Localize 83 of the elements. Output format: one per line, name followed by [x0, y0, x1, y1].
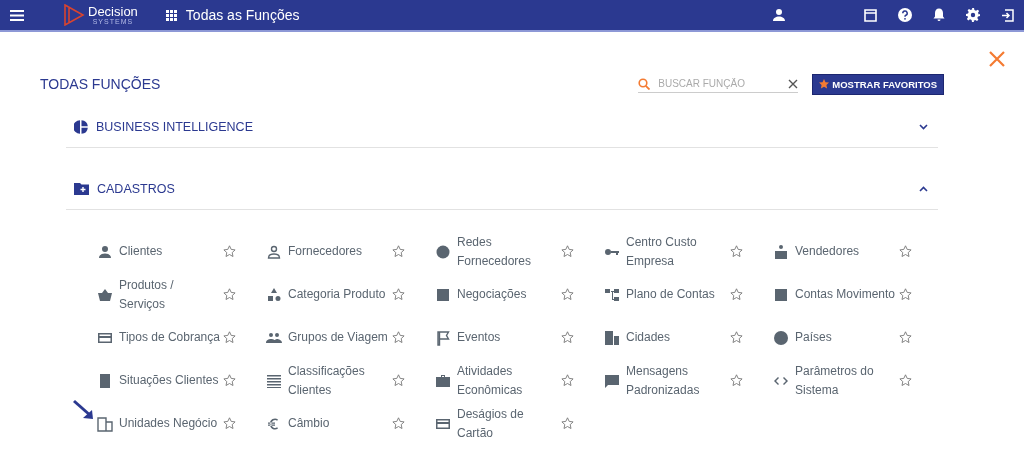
favorite-star-icon[interactable]: [730, 331, 743, 344]
apps-grid-icon: [165, 9, 177, 21]
favorite-star-icon[interactable]: [730, 374, 743, 387]
function-link[interactable]: Países: [795, 328, 899, 347]
function-link[interactable]: Grupos de Viagem: [288, 328, 392, 347]
person-icon: [97, 243, 113, 260]
search-icon: [638, 77, 651, 90]
favorite-star-icon[interactable]: [223, 374, 236, 387]
favorite-star-icon[interactable]: [561, 417, 574, 430]
page-heading: TODAS FUNÇÕES: [40, 76, 161, 92]
pointer-arrow: [72, 399, 96, 421]
favorite-star-icon[interactable]: [392, 331, 405, 344]
function-link[interactable]: Categoria Produto: [288, 285, 392, 304]
function-link[interactable]: Deságios de Cartão: [457, 404, 561, 443]
pie-chart-icon: [74, 120, 88, 134]
function-link[interactable]: Centro Custo Empresa: [626, 232, 730, 271]
help-icon[interactable]: [898, 8, 912, 22]
function-link[interactable]: Situações Clientes: [119, 371, 223, 390]
logout-icon[interactable]: [1001, 8, 1014, 22]
clear-icon[interactable]: [788, 78, 799, 89]
function-link[interactable]: Negociações: [457, 285, 561, 304]
hierarchy-icon: [604, 286, 620, 303]
briefcase-icon: [435, 372, 451, 389]
function-link[interactable]: Unidades Negócio: [119, 414, 223, 433]
favorite-star-icon[interactable]: [899, 374, 912, 387]
building-icon: [97, 415, 113, 432]
function-link[interactable]: Clientes: [119, 242, 223, 261]
close-icon[interactable]: [989, 51, 1005, 67]
favorite-star-icon[interactable]: [223, 417, 236, 430]
favorite-star-icon[interactable]: [899, 331, 912, 344]
folder-add-icon: [74, 183, 89, 195]
book-icon: [97, 372, 113, 389]
settings-icon[interactable]: [966, 8, 980, 22]
favorite-star-icon[interactable]: [392, 417, 405, 430]
favorite-star-icon[interactable]: [223, 288, 236, 301]
buildings-icon: [604, 329, 620, 346]
function-link[interactable]: Vendedores: [795, 242, 899, 261]
function-link[interactable]: Fornecedores: [288, 242, 392, 261]
favorite-star-icon[interactable]: [730, 245, 743, 258]
favorite-star-icon[interactable]: [223, 245, 236, 258]
star-icon: [819, 79, 830, 89]
show-favorites-button[interactable]: MOSTRAR FAVORITOS: [812, 73, 944, 95]
play-logo-icon: [63, 4, 85, 26]
function-link[interactable]: Contas Movimento: [795, 285, 899, 304]
function-link[interactable]: Plano de Contas: [626, 285, 730, 304]
section-header[interactable]: BUSINESS INTELLIGENCE: [66, 107, 938, 148]
favorite-star-icon[interactable]: [223, 331, 236, 344]
function-link[interactable]: Produtos / Serviços: [119, 275, 223, 314]
favorite-star-icon[interactable]: [392, 374, 405, 387]
presenter-icon: [773, 243, 789, 260]
favorite-star-icon[interactable]: [899, 288, 912, 301]
flag-icon: [435, 329, 451, 346]
chevron-icon: [919, 186, 928, 192]
logo-name: Decision: [88, 5, 138, 18]
search-field[interactable]: BUSCAR FUNÇÃO: [638, 75, 799, 93]
function-link[interactable]: Parâmetros do Sistema: [795, 361, 899, 400]
function-link[interactable]: Cidades: [626, 328, 730, 347]
shapes-icon: [266, 286, 282, 303]
favorite-star-icon[interactable]: [561, 331, 574, 344]
bell-icon[interactable]: [933, 8, 945, 22]
user-icon[interactable]: [773, 9, 785, 21]
person-outline-icon: [266, 243, 282, 260]
favorite-star-icon[interactable]: [392, 288, 405, 301]
function-link[interactable]: Classificações Clientes: [288, 361, 392, 400]
favorite-star-icon[interactable]: [561, 245, 574, 258]
favorite-star-icon[interactable]: [561, 288, 574, 301]
chat-icon: [604, 372, 620, 389]
favorite-star-icon[interactable]: [392, 245, 405, 258]
page-title: Todas as Funções: [185, 7, 300, 23]
function-link[interactable]: Mensagens Padronizadas: [626, 361, 730, 400]
function-link[interactable]: Eventos: [457, 328, 561, 347]
favorite-star-icon[interactable]: [730, 288, 743, 301]
lines-icon: [266, 372, 282, 389]
function-link[interactable]: Redes Fornecedores: [457, 232, 561, 271]
section-header[interactable]: CADASTROS: [66, 169, 938, 210]
function-link[interactable]: Atividades Econômicas: [457, 361, 561, 400]
menu-icon[interactable]: [10, 9, 24, 21]
favorite-star-icon[interactable]: [899, 245, 912, 258]
calendar-icon[interactable]: [864, 8, 877, 22]
favorite-star-icon[interactable]: [561, 374, 574, 387]
function-link[interactable]: Tipos de Cobrança: [119, 328, 223, 347]
function-link[interactable]: Câmbio: [288, 414, 392, 433]
chevron-icon: [919, 124, 928, 130]
